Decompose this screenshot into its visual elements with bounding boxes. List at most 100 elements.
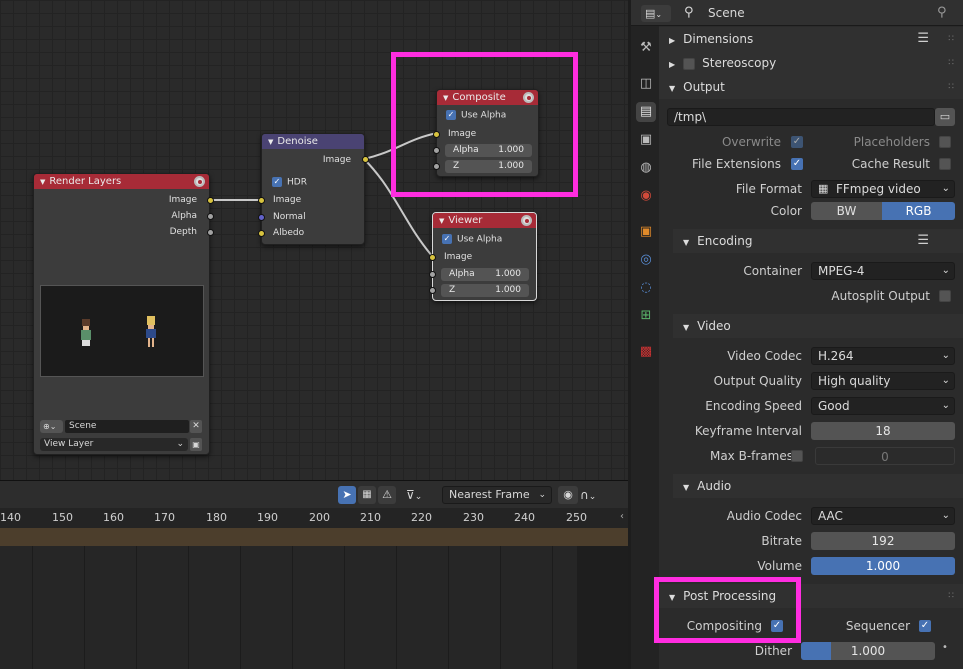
texture-tab-icon[interactable]: ▩: [636, 342, 656, 362]
dither-field[interactable]: 1.000: [801, 642, 935, 660]
stereoscopy-checkbox[interactable]: [683, 57, 696, 70]
constraint-tab-icon[interactable]: ⊞: [636, 306, 656, 326]
physics-tab-icon[interactable]: ◌: [636, 278, 656, 298]
section-dimensions[interactable]: ▶ Dimensions ☰ ∷: [659, 27, 963, 51]
drag-handle-icon[interactable]: ∷: [948, 75, 955, 99]
timeline-range-strip: [0, 528, 628, 546]
viewer-header[interactable]: ▼ Viewer: [433, 213, 536, 228]
scene-field[interactable]: Scene: [65, 420, 189, 433]
socket-image-in[interactable]: [429, 254, 436, 261]
collapse-triangle-icon[interactable]: ▼: [439, 217, 444, 225]
keyframe-interval-field[interactable]: 18: [811, 422, 955, 440]
object-tab-icon[interactable]: ▣: [636, 222, 656, 242]
encoding-speed-dropdown[interactable]: Good ⌄: [811, 397, 955, 415]
node-title: Viewer: [448, 215, 483, 226]
use-alpha-checkbox[interactable]: ✓ Use Alpha: [442, 234, 502, 245]
section-audio[interactable]: ▼ Audio: [673, 474, 963, 498]
select-cursor-icon[interactable]: ➤: [338, 486, 356, 504]
socket-albedo-in[interactable]: [258, 230, 265, 237]
editor-type-dropdown[interactable]: ▤⌄: [641, 5, 671, 22]
view-layer-tab-icon[interactable]: ▣: [636, 130, 656, 150]
hdr-checkbox[interactable]: ✓ HDR: [272, 177, 307, 188]
filter-icon: ⊽: [406, 488, 415, 502]
cache-result-checkbox[interactable]: [939, 158, 951, 170]
socket-image-out[interactable]: [207, 197, 214, 204]
socket-image-in[interactable]: [258, 197, 265, 204]
socket-image-out[interactable]: [362, 156, 369, 163]
file-format-label: File Format: [735, 182, 802, 196]
placeholders-checkbox[interactable]: [939, 136, 951, 148]
socket-normal-in[interactable]: [258, 214, 265, 221]
tool-tab-icon[interactable]: ⚒: [636, 38, 656, 58]
max-bframes-checkbox[interactable]: [791, 450, 803, 462]
socket-depth-out[interactable]: [207, 229, 214, 236]
clear-scene-icon[interactable]: ✕: [190, 420, 202, 433]
denoise-header[interactable]: ▼ Denoise: [262, 134, 364, 149]
scene-tab-icon[interactable]: ◍: [636, 158, 656, 178]
chevron-left-icon[interactable]: ‹: [620, 511, 624, 522]
output-tab-icon[interactable]: ▤: [636, 102, 656, 122]
drag-handle-icon[interactable]: ∷: [948, 27, 955, 51]
keyframe-dot-icon[interactable]: •: [942, 642, 948, 653]
checkmark-icon: ✓: [272, 177, 282, 187]
video-codec-dropdown[interactable]: H.264 ⌄: [811, 347, 955, 365]
box-select-icon[interactable]: ▦: [358, 486, 376, 504]
render-layer-icon[interactable]: ▣: [190, 438, 202, 451]
filter-dropdown[interactable]: ⊽⌄: [406, 486, 434, 504]
proportional-edit-icon[interactable]: ◉: [558, 486, 578, 504]
drag-handle-icon[interactable]: ∷: [948, 584, 955, 608]
warning-icon[interactable]: ⚠: [378, 486, 396, 504]
interpolation-dropdown[interactable]: Nearest Frame ⌄: [442, 486, 552, 504]
section-encoding[interactable]: ▼ Encoding ☰: [673, 229, 963, 253]
scene-browse-button[interactable]: ⊕⌄: [40, 420, 63, 433]
color-rgb-button[interactable]: RGB: [882, 202, 955, 220]
collapse-triangle-icon[interactable]: ▼: [268, 138, 273, 146]
section-output[interactable]: ▼ Output ∷: [659, 75, 963, 99]
file-extensions-checkbox[interactable]: ✓: [791, 158, 803, 170]
world-tab-icon[interactable]: ◉: [636, 186, 656, 206]
autosplit-checkbox[interactable]: [939, 290, 951, 302]
color-bw-button[interactable]: BW: [811, 202, 882, 220]
view-layer-dropdown[interactable]: View Layer ⌄: [40, 438, 188, 451]
overwrite-checkbox[interactable]: ✓: [791, 136, 803, 148]
z-field[interactable]: Z 1.000: [441, 284, 529, 297]
render-layers-node[interactable]: ▼ Render Layers Image Alpha Depth ⊕⌄ Scen…: [33, 173, 214, 455]
node-title: Render Layers: [49, 176, 122, 187]
denoise-node[interactable]: ▼ Denoise Image ✓ HDR Image Normal Albedo: [258, 133, 369, 245]
sequencer-checkbox[interactable]: ✓: [919, 620, 931, 632]
pin-icon[interactable]: ⚲: [937, 5, 947, 20]
viewer-node[interactable]: ▼ Viewer ✓ Use Alpha Image Alpha 1.000 Z 1.0…: [429, 212, 537, 301]
file-format-dropdown[interactable]: ▦ FFmpeg video ⌄: [811, 180, 955, 198]
max-bframes-field[interactable]: 0: [815, 447, 955, 465]
presets-list-icon[interactable]: ☰: [917, 229, 929, 253]
audio-codec-dropdown[interactable]: AAC ⌄: [811, 507, 955, 525]
collapse-triangle-icon[interactable]: ▼: [40, 178, 45, 186]
volume-field[interactable]: 1.000: [811, 557, 955, 575]
folder-icon[interactable]: ▭: [935, 108, 955, 126]
bitrate-field[interactable]: 192: [811, 532, 955, 550]
timeline-ruler[interactable]: 140 150 160 170 180 190 200 210 220 230 …: [0, 508, 628, 528]
socket-alpha-in[interactable]: [429, 271, 436, 278]
chevron-down-icon: ⌄: [941, 510, 950, 521]
presets-list-icon[interactable]: ☰: [917, 27, 929, 51]
timeline-tracks[interactable]: [0, 546, 628, 669]
chevron-down-icon: ⌄: [941, 375, 950, 386]
falloff-dropdown[interactable]: ∩⌄: [580, 486, 608, 504]
container-value: MPEG-4: [818, 264, 865, 278]
section-video[interactable]: ▼ Video: [673, 314, 963, 338]
render-tab-icon[interactable]: ◫: [636, 74, 656, 94]
output-quality-dropdown[interactable]: High quality ⌄: [811, 372, 955, 390]
section-stereoscopy[interactable]: ▶ Stereoscopy ∷: [659, 51, 963, 75]
tick-label: 140: [0, 511, 21, 524]
node-editor[interactable]: ▼ Render Layers Image Alpha Depth ⊕⌄ Scen…: [0, 0, 628, 480]
socket-alpha-out[interactable]: [207, 213, 214, 220]
alpha-field[interactable]: Alpha 1.000: [441, 268, 529, 281]
socket-z-in[interactable]: [429, 287, 436, 294]
dither-label: Dither: [754, 644, 792, 658]
modifier-tab-icon[interactable]: ◎: [636, 250, 656, 270]
chevron-down-icon: ⌄: [941, 265, 950, 276]
render-layers-header[interactable]: ▼ Render Layers: [34, 174, 209, 189]
container-dropdown[interactable]: MPEG-4 ⌄: [811, 262, 955, 280]
drag-handle-icon[interactable]: ∷: [948, 51, 955, 75]
output-path-field[interactable]: /tmp\: [667, 108, 935, 126]
